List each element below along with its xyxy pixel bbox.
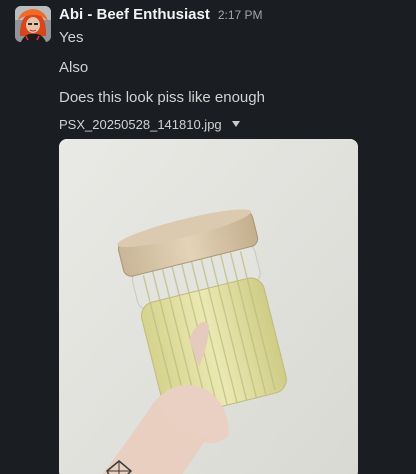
avatar[interactable] <box>15 6 51 42</box>
message-timestamp[interactable]: 2:17 PM <box>218 8 263 22</box>
message-text: Yes <box>59 29 84 46</box>
message-header: Abi - Beef Enthusiast 2:17 PM <box>59 6 263 26</box>
avatar-image <box>15 6 51 42</box>
attachment-file-name[interactable]: PSX_20250528_141810.jpg <box>59 117 222 132</box>
sender-name[interactable]: Abi - Beef Enthusiast <box>59 6 210 23</box>
message-text: Does this look piss like enough <box>59 89 265 106</box>
caret-down-icon[interactable] <box>231 121 240 127</box>
photo-jar-in-hand <box>59 139 358 474</box>
attachment-image[interactable] <box>59 139 358 474</box>
attachment-header: PSX_20250528_141810.jpg <box>59 115 240 133</box>
chat-message: Abi - Beef Enthusiast 2:17 PM Yes Also D… <box>0 0 416 474</box>
message-text: Also <box>59 59 89 76</box>
